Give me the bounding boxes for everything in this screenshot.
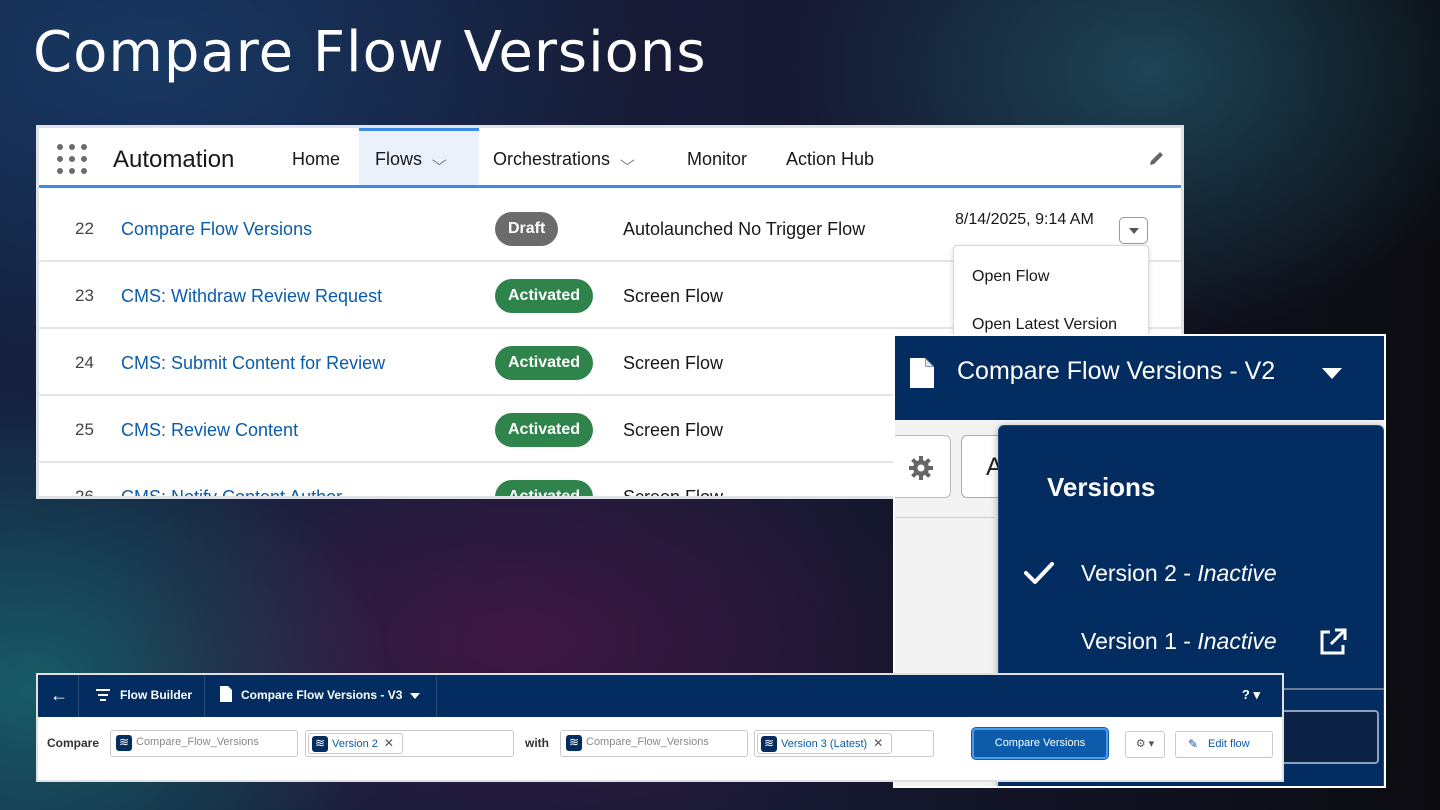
flow-pill-label: Compare_Flow_Versions: [586, 736, 709, 748]
left-version-select[interactable]: Version 2 ✕: [305, 730, 514, 757]
menu-item-open-flow[interactable]: Open Flow: [972, 268, 1049, 286]
version-pill-label: Version 3 (Latest): [781, 738, 868, 750]
gear-icon: [909, 456, 933, 480]
version-label: Version 1 - Inactive: [1081, 628, 1277, 655]
status-badge: Draft: [495, 212, 559, 246]
right-version-select[interactable]: Version 3 (Latest) ✕: [754, 730, 934, 757]
nav-tab-home[interactable]: Home: [276, 128, 356, 185]
divider: [78, 675, 79, 717]
version-label: Version 2 - Inactive: [1081, 560, 1277, 587]
version-name: Version 1 -: [1081, 628, 1198, 654]
edit-flow-button[interactable]: ✎ Edit flow: [1175, 731, 1273, 758]
flow-header[interactable]: Compare Flow Versions - V2: [895, 336, 1384, 420]
version-state: Inactive: [1197, 628, 1277, 654]
pencil-icon: ✎: [1188, 737, 1199, 751]
check-icon: [1024, 562, 1054, 584]
status-badge: Activated: [495, 346, 594, 380]
flow-type: Screen Flow: [623, 420, 724, 440]
flow-pill: Compare_Flow_Versions: [563, 733, 717, 754]
flow-title: Compare Flow Versions - V2: [957, 357, 1276, 385]
row-number: 23: [75, 286, 94, 305]
nav-tab-label: Home: [292, 149, 341, 169]
version-item-2[interactable]: Version 2 - Inactive: [999, 548, 1383, 598]
row-number: 24: [75, 353, 94, 372]
flow-name-link[interactable]: CMS: Notify Content Author: [121, 487, 342, 496]
compare-versions-button[interactable]: Compare Versions: [972, 728, 1108, 759]
caret-down-icon[interactable]: [1322, 368, 1342, 379]
flow-icon: [761, 734, 777, 753]
flow-type: Screen Flow: [623, 286, 724, 306]
flow-name-link[interactable]: CMS: Withdraw Review Request: [121, 286, 382, 307]
document-icon: [220, 686, 232, 702]
flow-pill: Compare_Flow_Versions: [113, 733, 267, 754]
chevron-down-icon[interactable]: ⌵: [432, 132, 447, 189]
app-launcher-icon[interactable]: [57, 144, 89, 176]
flow-pill-label: Compare_Flow_Versions: [136, 736, 259, 748]
slide-title: Compare Flow Versions: [33, 20, 707, 85]
flow-icon: [312, 734, 328, 753]
flow-type: Autolaunched No Trigger Flow: [623, 219, 866, 239]
flow-icon: [566, 733, 582, 752]
edit-flow-label: Edit flow: [1208, 738, 1250, 750]
nav-tab-label: Orchestrations: [493, 149, 611, 169]
flow-type: Screen Flow: [623, 487, 724, 499]
help-menu[interactable]: ? ▾: [1242, 687, 1260, 703]
caret-down-icon[interactable]: [410, 693, 420, 699]
nav-tab-action-hub[interactable]: Action Hub: [770, 128, 890, 185]
settings-menu-button[interactable]: ⚙ ▾: [1125, 731, 1165, 758]
flow-title[interactable]: Compare Flow Versions - V3: [241, 688, 402, 702]
compare-label: Compare: [47, 736, 100, 750]
app-name: Automation: [113, 146, 235, 173]
row-number: 26: [75, 487, 94, 499]
divider: [436, 675, 437, 717]
back-arrow-icon[interactable]: ←: [50, 685, 68, 706]
settings-button[interactable]: [895, 435, 951, 498]
version-name: Version 2 -: [1081, 560, 1198, 586]
text-field[interactable]: [1281, 710, 1379, 764]
flow-name-link[interactable]: CMS: Review Content: [121, 420, 298, 441]
external-link-icon[interactable]: [1317, 626, 1349, 658]
version-pill: Version 2 ✕: [308, 733, 403, 754]
flow-builder-icon: [96, 689, 110, 701]
row-actions-menu: Open Flow Open Latest Version: [953, 245, 1149, 345]
versions-heading: Versions: [1047, 472, 1156, 502]
status-badge: Activated: [495, 413, 594, 447]
with-label: with: [525, 736, 549, 750]
row-number: 25: [75, 420, 94, 439]
nav-tab-orchestrations[interactable]: Orchestrations ⌵: [477, 128, 649, 185]
divider: [895, 517, 995, 518]
close-icon[interactable]: ✕: [384, 736, 394, 750]
version-item-1[interactable]: Version 1 - Inactive: [999, 616, 1383, 666]
row-actions-button[interactable]: [1119, 217, 1148, 244]
global-nav: Automation Home Flows ⌵ Orchestrations ⌵ M…: [39, 128, 1181, 188]
nav-tab-label: Action Hub: [786, 149, 875, 169]
nav-tab-monitor[interactable]: Monitor: [671, 128, 763, 185]
nav-tab-label: Monitor: [687, 149, 748, 169]
menu-item-open-latest-version[interactable]: Open Latest Version: [972, 316, 1117, 334]
divider: [204, 675, 205, 717]
flow-type: Screen Flow: [623, 353, 724, 373]
nav-tab-flows[interactable]: Flows ⌵: [359, 128, 479, 185]
right-flow-select[interactable]: Compare_Flow_Versions: [560, 730, 748, 757]
status-badge: Activated: [495, 279, 594, 313]
flow-builder-header: ← Flow Builder Compare Flow Versions - V…: [38, 675, 1282, 717]
flow-icon: [116, 733, 132, 752]
flow-name-link[interactable]: Compare Flow Versions: [121, 219, 312, 240]
left-flow-select[interactable]: Compare_Flow_Versions: [110, 730, 298, 757]
row-number: 22: [75, 219, 94, 238]
pencil-icon[interactable]: [1147, 148, 1167, 168]
document-icon: [910, 358, 934, 388]
version-pill: Version 3 (Latest) ✕: [757, 733, 893, 754]
close-icon[interactable]: ✕: [873, 736, 883, 750]
status-badge: Activated: [495, 480, 594, 496]
flow-name-link[interactable]: CMS: Submit Content for Review: [121, 353, 385, 374]
app-name: Flow Builder: [120, 688, 192, 702]
version-pill-label: Version 2: [332, 738, 378, 750]
version-state: Inactive: [1197, 560, 1277, 586]
flow-builder-compare-panel: ← Flow Builder Compare Flow Versions - V…: [36, 673, 1284, 782]
nav-tab-label: Flows: [375, 149, 423, 169]
chevron-down-icon[interactable]: ⌵: [620, 129, 635, 191]
